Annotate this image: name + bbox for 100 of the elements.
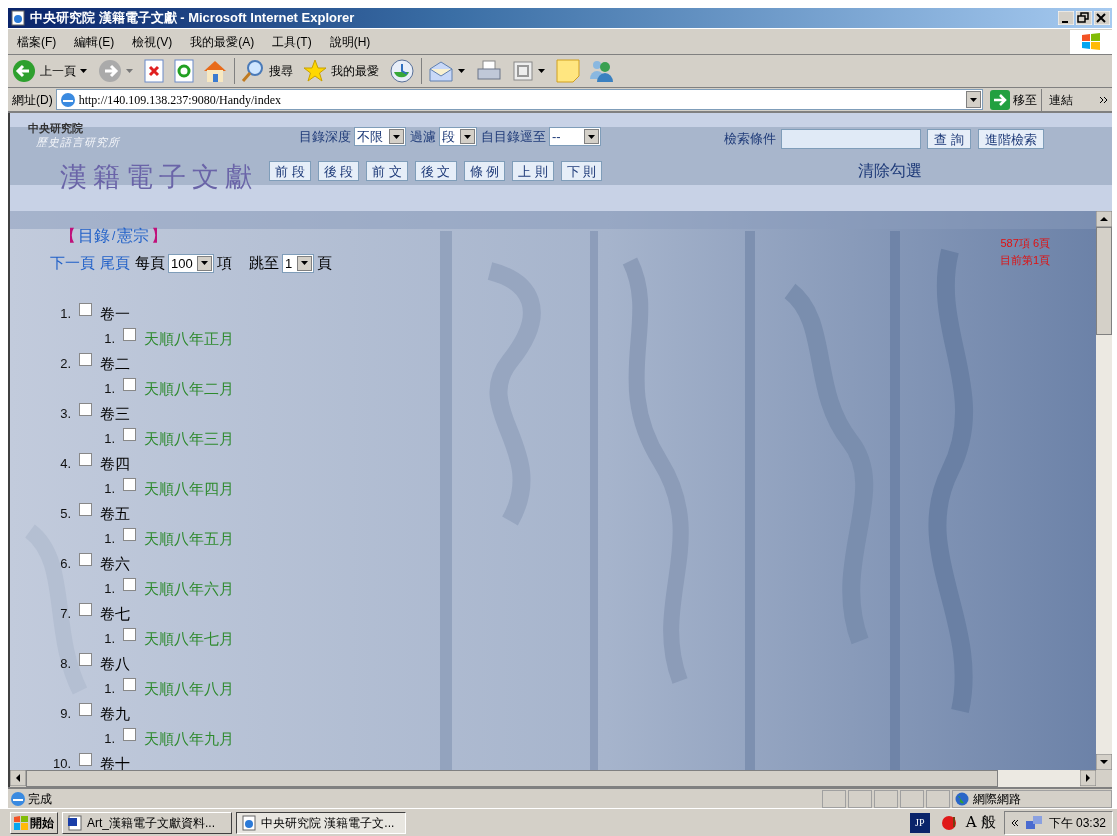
go-button[interactable]: 移至 xyxy=(986,88,1042,111)
tree-item[interactable]: 卷六 xyxy=(100,550,130,576)
search-icon[interactable] xyxy=(241,59,265,83)
scroll-left-icon[interactable] xyxy=(10,770,26,786)
page-summary: 目前第1頁 xyxy=(999,253,1050,268)
language-indicator[interactable]: JP xyxy=(909,812,930,833)
status-panel xyxy=(822,789,846,808)
list-number: 1. xyxy=(59,304,71,323)
tree-item[interactable]: 卷四 xyxy=(100,450,130,476)
tree-item[interactable]: 卷一 xyxy=(100,300,130,326)
globe-icon[interactable] xyxy=(955,791,969,806)
list-number: 1. xyxy=(103,479,115,498)
history-icon[interactable] xyxy=(389,58,415,84)
links-button[interactable]: 連結 xyxy=(1045,90,1097,109)
tree-item[interactable]: 卷十 xyxy=(100,750,130,770)
tree-item[interactable]: 卷三 xyxy=(100,400,130,426)
minimize-icon[interactable] xyxy=(1058,11,1074,25)
search-button[interactable]: 搜尋 xyxy=(269,62,293,80)
restore-icon[interactable] xyxy=(1076,11,1092,25)
menu-item[interactable]: 我的最愛(A) xyxy=(181,32,264,51)
nav-button[interactable]: 條 例 xyxy=(463,161,506,181)
menu-item[interactable]: 說明(H) xyxy=(320,32,380,51)
chevron-icon[interactable] xyxy=(1100,95,1108,104)
nav-button[interactable]: 後 段 xyxy=(317,161,360,181)
breadcrumb-link[interactable]: 目錄 xyxy=(78,224,110,248)
menu-item[interactable]: 檔案(F) xyxy=(8,32,66,51)
back-button[interactable]: 上一頁 xyxy=(40,62,76,80)
address-field[interactable]: http://140.109.138.237:9080/Handy/index xyxy=(55,89,983,110)
refresh-icon[interactable] xyxy=(174,59,194,83)
bracket-mark: 】 xyxy=(151,226,168,246)
status-panel xyxy=(848,789,872,808)
menu-item[interactable]: 檢視(V) xyxy=(123,32,182,51)
filter-select[interactable]: -- xyxy=(549,127,601,147)
nav-button[interactable]: 前 段 xyxy=(269,161,311,181)
search-button[interactable]: 查 詢 xyxy=(927,129,971,149)
clock: 下午 03:32 xyxy=(1048,814,1106,832)
messenger-icon[interactable] xyxy=(588,59,614,83)
scroll-up-icon[interactable] xyxy=(1096,211,1112,227)
network-icon[interactable] xyxy=(1024,814,1043,831)
favorites-button[interactable]: 我的最愛 xyxy=(331,62,379,80)
list-number: 1. xyxy=(103,329,115,348)
scroll-down-icon[interactable] xyxy=(1096,754,1112,770)
nav-button[interactable]: 前 文 xyxy=(366,161,408,181)
unit-label: 項 xyxy=(217,253,232,273)
scroll-right-icon[interactable] xyxy=(1080,770,1096,786)
list-number: 1. xyxy=(103,729,115,748)
filter-label: 過濾 xyxy=(410,128,436,146)
chevron-icon[interactable] xyxy=(1010,818,1019,827)
filter-select[interactable]: 段 xyxy=(439,127,477,147)
back-icon[interactable] xyxy=(12,59,36,83)
dropdown-arrow-icon[interactable] xyxy=(538,69,546,73)
taskbar-button[interactable]: Art_漢籍電子文獻資料... xyxy=(62,811,232,834)
site-title: 漢籍電子文獻 xyxy=(60,160,258,194)
list-number: 1. xyxy=(103,579,115,598)
tree-item[interactable]: 卷八 xyxy=(100,650,130,676)
star-icon[interactable] xyxy=(303,59,327,83)
nav-button[interactable]: 上 則 xyxy=(512,161,554,181)
list-number: 5. xyxy=(59,504,71,523)
tree-item[interactable]: 卷二 xyxy=(100,350,130,376)
list-number: 1. xyxy=(103,529,115,548)
search-label: 檢索條件 xyxy=(724,130,776,149)
nav-button[interactable]: 下 則 xyxy=(560,161,603,181)
list-number: 10. xyxy=(51,754,71,770)
window-title: 中央研究院 漢籍電子文獻 - Microsoft Internet Explorer xyxy=(30,9,356,28)
nav-button[interactable]: 後 文 xyxy=(414,161,457,181)
vertical-scrollbar[interactable] xyxy=(1096,211,1112,770)
next-page-link[interactable]: 下一頁 xyxy=(50,252,95,275)
filter-select[interactable]: 不限 xyxy=(354,127,406,147)
jump-label: 跳至 xyxy=(249,253,279,273)
home-icon[interactable] xyxy=(202,59,228,83)
search-button[interactable]: 進階檢索 xyxy=(977,129,1044,149)
dropdown-arrow-icon[interactable] xyxy=(458,69,466,73)
taskbar-button[interactable]: 中央研究院 漢籍電子文... xyxy=(236,811,406,834)
forward-icon[interactable] xyxy=(98,59,122,83)
dropdown-arrow-icon[interactable] xyxy=(80,69,88,73)
tree-item[interactable]: 卷五 xyxy=(100,500,130,526)
start-button[interactable]: 開始 xyxy=(10,811,58,834)
bracket-mark: 【 xyxy=(60,226,76,246)
status-panel xyxy=(900,789,924,808)
clear-selection-link[interactable]: 清除勾選 xyxy=(858,159,922,183)
last-page-link[interactable]: 尾頁 xyxy=(100,252,130,275)
list-number: 7. xyxy=(59,604,71,623)
tree-item[interactable]: 卷九 xyxy=(100,700,130,726)
tree-item[interactable]: 卷七 xyxy=(100,600,130,626)
menu-item[interactable]: 編輯(E) xyxy=(65,32,124,51)
search-field[interactable] xyxy=(781,129,921,149)
breadcrumb-separator: / xyxy=(112,228,116,245)
list-number: 1. xyxy=(103,379,115,398)
list-number: 1. xyxy=(103,679,115,698)
filter-label: 目錄深度 xyxy=(299,128,351,146)
input-mode[interactable]: 般 xyxy=(980,811,996,834)
stop-icon[interactable] xyxy=(144,59,164,83)
breadcrumb-current: 憲宗 xyxy=(117,226,150,246)
zone-text: 網際網路 xyxy=(973,790,1021,808)
close-icon[interactable] xyxy=(1094,11,1110,25)
document-icon xyxy=(67,814,83,831)
input-mode[interactable]: A xyxy=(965,811,977,834)
list-number: 8. xyxy=(59,654,71,673)
printer-icon[interactable] xyxy=(476,59,502,83)
menu-item[interactable]: 工具(T) xyxy=(263,32,321,51)
